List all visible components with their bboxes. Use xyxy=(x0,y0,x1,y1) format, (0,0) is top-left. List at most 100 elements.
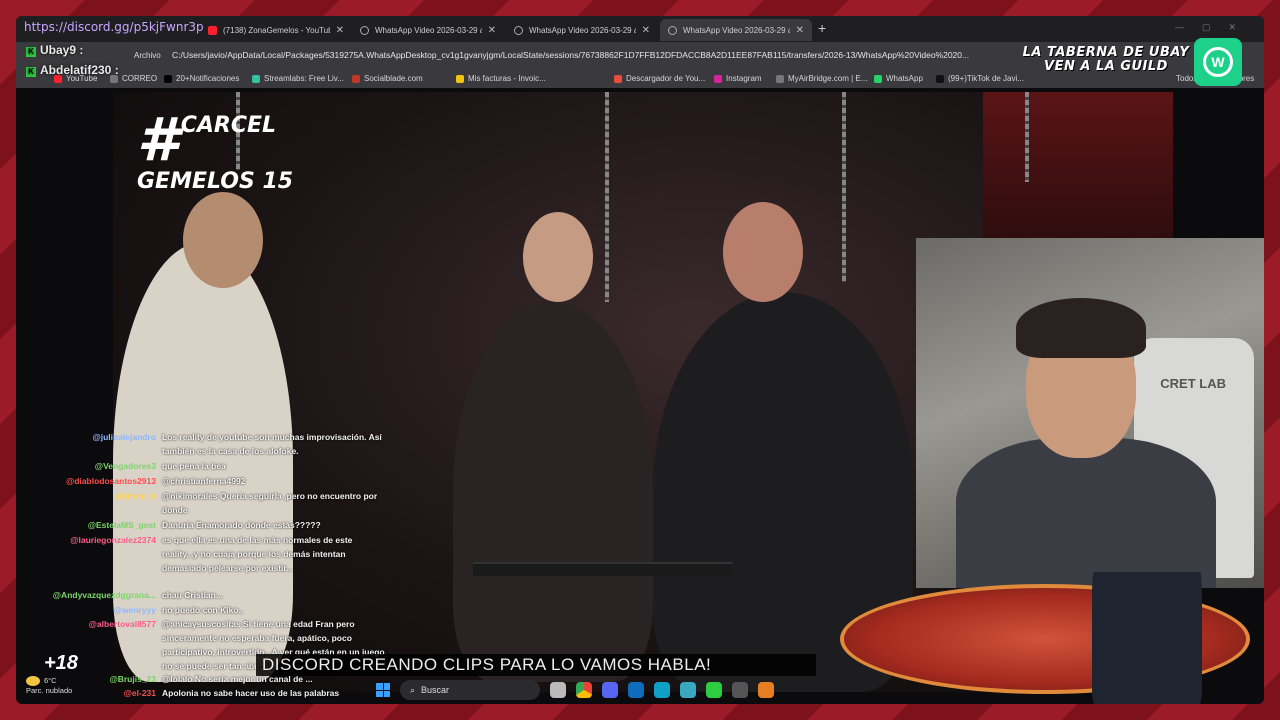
tab-title: WhatsApp Video 2026-03-29 a xyxy=(375,25,482,35)
globe-icon xyxy=(668,25,677,35)
tab-whatsapp-video-2[interactable]: WhatsApp Video 2026-03-29 a ✕ xyxy=(506,19,658,41)
chat-username: @diablodosantos2913 xyxy=(65,476,156,486)
age-rating-badge: +18 xyxy=(44,652,78,674)
kick-badge-icon: K xyxy=(26,47,36,57)
tab-youtube[interactable]: (7138) ZonaGemelos - YouTube ✕ xyxy=(200,19,352,41)
close-icon[interactable]: ✕ xyxy=(336,25,344,36)
swing-seat xyxy=(473,562,733,576)
streamer-hair xyxy=(1016,298,1146,358)
cloud-icon xyxy=(776,74,784,83)
chain xyxy=(842,92,846,282)
streamer-webcam: CRET LAB xyxy=(916,238,1264,588)
youtube-icon xyxy=(208,25,217,35)
chat-username: @el-231 xyxy=(123,688,156,698)
red-backdrop xyxy=(983,92,1173,252)
bookmark-myairbridge[interactable]: MyAirBridge.com | E... xyxy=(776,74,867,83)
tiktok-icon xyxy=(936,74,944,83)
person-head xyxy=(183,192,263,288)
network-icon[interactable] xyxy=(680,682,696,698)
chat-username: @lauriegonzalez2374 xyxy=(70,535,156,545)
chat-username: @Brujis_23 xyxy=(109,674,156,684)
tab-title: WhatsApp Video 2026-03-29 a xyxy=(529,25,636,35)
chat-text: Los reality de youtube son muchas improv… xyxy=(162,432,382,456)
bookmark-socialblade[interactable]: Socialblade.com xyxy=(352,74,423,83)
globe-icon xyxy=(360,25,369,35)
browser-tab-bar: https://discord.gg/p5kjFwnr3p (7138) Zon… xyxy=(16,16,1264,42)
url-text[interactable]: C:/Users/javio/AppData/Local/Packages/53… xyxy=(172,50,969,60)
chair-brand-text: CRET LAB xyxy=(1160,376,1226,391)
obs-icon[interactable] xyxy=(732,682,748,698)
tab-whatsapp-video-3[interactable]: WhatsApp Video 2026-03-29 a ✕ xyxy=(660,19,812,41)
w-logo-icon: W xyxy=(1194,38,1242,86)
close-icon[interactable]: ✕ xyxy=(796,25,804,36)
bookmark-descargador[interactable]: Descargador de You... xyxy=(614,74,705,83)
streamlabs-icon xyxy=(252,74,260,83)
chat-username: @Vengadores3 xyxy=(94,461,156,471)
instagram-icon xyxy=(714,74,722,83)
edge-icon[interactable] xyxy=(654,682,670,698)
chat-user-top-1: K Ubay9 : xyxy=(26,43,83,57)
streamer-body xyxy=(956,438,1216,588)
invoice-icon xyxy=(456,74,464,83)
kick-icon[interactable] xyxy=(706,682,722,698)
chat-text: sí xyxy=(162,700,390,704)
suited-character xyxy=(1092,572,1202,704)
chat-text: Apolonia no sabe hacer uso de las palabr… xyxy=(162,688,340,698)
bookmark-instagram[interactable]: Instagram xyxy=(714,74,762,83)
close-icon[interactable]: ✕ xyxy=(488,25,496,36)
chrome-icon[interactable] xyxy=(576,682,592,698)
app-icon[interactable] xyxy=(758,682,774,698)
x-icon xyxy=(164,74,172,83)
search-icon: ⌕ xyxy=(410,684,416,695)
chat-text: @nikimorales Quería seguirla ,pero no en… xyxy=(162,491,378,515)
person-woman xyxy=(453,302,653,682)
bookmark-x-notifications[interactable]: 20+Notificaciones xyxy=(164,74,239,83)
task-view-icon[interactable] xyxy=(550,682,566,698)
chat-text: @christianferna4992 xyxy=(162,476,246,486)
person-head xyxy=(523,212,593,302)
bookmark-tiktok[interactable]: (99+)TikTok de Javi... xyxy=(936,74,1024,83)
chat-username: @julioalejandro xyxy=(92,432,156,442)
chat-text: Danuria Enamorado dónde estás????? xyxy=(162,520,321,530)
weather-cloud-sun-icon xyxy=(26,676,40,687)
discord-icon[interactable] xyxy=(602,682,618,698)
chat-text: chau Cristian... xyxy=(162,590,223,600)
chat-user-top-2: K Abdelatif230 : xyxy=(26,63,119,77)
download-icon xyxy=(614,74,622,83)
tavern-table-illustration xyxy=(834,572,1264,704)
discord-link-overlay: https://discord.gg/p5kjFwnr3p xyxy=(24,20,204,34)
chat-text: es que ella es una de las más normales d… xyxy=(162,535,353,573)
show-hashtag-logo: # CARCEL GEMELOS 15 xyxy=(137,105,294,194)
outlook-icon[interactable] xyxy=(628,682,644,698)
file-scheme-label: Archivo xyxy=(134,51,161,60)
globe-icon xyxy=(514,25,523,35)
kick-badge-icon: K xyxy=(26,67,36,77)
stream-frame: https://discord.gg/p5kjFwnr3p (7138) Zon… xyxy=(16,16,1264,704)
close-icon[interactable]: ✕ xyxy=(642,25,650,36)
person-head xyxy=(723,202,803,302)
tab-whatsapp-video-1[interactable]: WhatsApp Video 2026-03-29 a ✕ xyxy=(352,19,504,41)
chat-username: @Andyvazquezdggrana... xyxy=(52,590,156,600)
windows-start-icon[interactable] xyxy=(376,683,390,697)
tab-title: (7138) ZonaGemelos - YouTube xyxy=(223,25,330,35)
tab-title: WhatsApp Video 2026-03-29 a xyxy=(683,25,790,35)
whatsapp-icon xyxy=(874,74,882,83)
bookmark-whatsapp[interactable]: WhatsApp xyxy=(874,74,923,83)
chat-username: @EstelaMS_gest xyxy=(87,520,156,530)
ticker-banner: DISCORD CREANDO CLIPS PARA LO VAMOS HABL… xyxy=(256,654,816,676)
chain xyxy=(1025,92,1029,182)
chat-text: no puedo con Kiko.. xyxy=(162,605,244,615)
window-controls[interactable]: —▢✕ xyxy=(1175,22,1254,33)
bookmark-streamlabs[interactable]: Streamlabs: Free Liv... xyxy=(252,74,344,83)
weather-widget[interactable]: 6°C Parc. nublado xyxy=(26,676,72,696)
chat-username: @albertoval8577 xyxy=(88,619,156,629)
chart-icon xyxy=(352,74,360,83)
chat-text: que pena la bea xyxy=(162,461,226,471)
chain xyxy=(605,92,609,302)
new-tab-button[interactable]: + xyxy=(818,20,826,36)
guild-title: LA TABERNA DE UBAY VEN A LA GUILD xyxy=(1022,45,1190,74)
taskbar-search[interactable]: ⌕ Buscar xyxy=(400,680,540,700)
bookmark-facturas[interactable]: Mis facturas - Invoic... xyxy=(456,74,546,83)
chat-username: @Bruto_6 xyxy=(115,491,156,501)
chat-username: @wenryyy xyxy=(113,605,156,615)
